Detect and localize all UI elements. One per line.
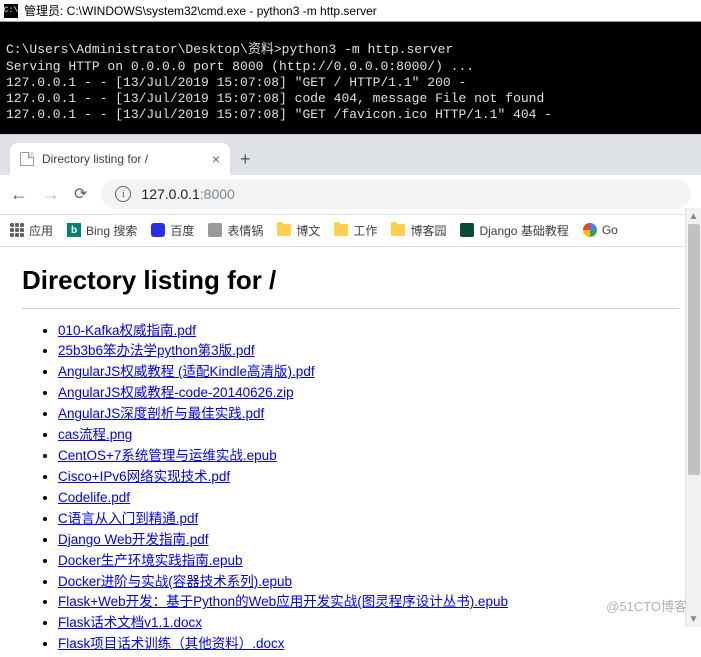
url-host: 127.0.0.1 — [141, 186, 199, 202]
file-link[interactable]: Cisco+IPv6网络实现技术.pdf — [58, 469, 230, 484]
bookmark-gongzuo[interactable]: 工作 — [334, 222, 377, 239]
scroll-thumb[interactable] — [688, 224, 700, 475]
file-link[interactable]: AngularJS深度剖析与最佳实践.pdf — [58, 406, 264, 421]
browser-window: Directory listing for / × + ← → ⟳ i 127.… — [0, 134, 701, 657]
new-tab-button[interactable]: + — [230, 145, 261, 175]
list-item: Flask+Web开发：基于Python的Web应用开发实战(图灵程序设计丛书)… — [58, 592, 679, 613]
scrollbar[interactable]: ▲ ▼ — [685, 208, 701, 627]
list-item: CentOS+7系统管理与运维实战.epub — [58, 446, 679, 467]
bookmark-apps[interactable]: 应用 — [10, 222, 53, 239]
bookmark-baidu[interactable]: 百度 — [151, 222, 194, 239]
bookmark-biaoqing[interactable]: 表情锅 — [208, 222, 263, 239]
tab-active[interactable]: Directory listing for / × — [10, 143, 230, 175]
file-link[interactable]: Django Web开发指南.pdf — [58, 532, 209, 547]
url-port: :8000 — [200, 186, 235, 202]
scroll-down-button[interactable]: ▼ — [686, 611, 701, 627]
list-item: AngularJS权威教程 (适配Kindle高清版).pdf — [58, 362, 679, 383]
file-link[interactable]: CentOS+7系统管理与运维实战.epub — [58, 448, 277, 463]
page-heading: Directory listing for / — [22, 265, 679, 296]
page-content: Directory listing for / 010-Kafka权威指南.pd… — [0, 247, 701, 657]
list-item: Head First Java 中文高清版.pdf — [58, 655, 679, 656]
list-item: Docker进阶与实战(容器技术系列).epub — [58, 572, 679, 593]
list-item: Flask项目话术训练（其他资料）.docx — [58, 634, 679, 655]
google-icon — [583, 223, 597, 237]
file-link[interactable]: cas流程.png — [58, 427, 132, 442]
list-item: 25b3b6笨办法学python第3版.pdf — [58, 341, 679, 362]
bookmark-django[interactable]: Django 基础教程 — [460, 222, 568, 239]
page-icon — [20, 152, 34, 166]
divider — [22, 308, 679, 309]
scroll-up-button[interactable]: ▲ — [686, 208, 701, 224]
file-link[interactable]: C语言从入门到精通.pdf — [58, 511, 198, 526]
folder-icon — [334, 224, 348, 236]
reload-button[interactable]: ⟳ — [74, 184, 87, 204]
cmd-icon: C:\ — [4, 4, 18, 18]
bookmark-bing[interactable]: b Bing 搜索 — [67, 222, 137, 239]
list-item: Docker生产环境实践指南.epub — [58, 551, 679, 572]
django-icon — [460, 223, 474, 237]
file-link[interactable]: Docker生产环境实践指南.epub — [58, 553, 243, 568]
terminal-output[interactable]: C:\Users\Administrator\Desktop\资料>python… — [0, 22, 701, 134]
list-item: Django Web开发指南.pdf — [58, 530, 679, 551]
file-link[interactable]: AngularJS权威教程-code-20140626.zip — [58, 385, 294, 400]
folder-icon — [277, 224, 291, 236]
nav-bar: ← → ⟳ i 127.0.0.1:8000 — [0, 175, 701, 215]
bookmark-bokeyuan[interactable]: 博客园 — [391, 222, 446, 239]
folder-icon — [391, 224, 405, 236]
file-link[interactable]: Docker进阶与实战(容器技术系列).epub — [58, 574, 292, 589]
list-item: cas流程.png — [58, 425, 679, 446]
terminal-title: 管理员: C:\WINDOWS\system32\cmd.exe - pytho… — [24, 2, 377, 19]
file-link[interactable]: Flask+Web开发：基于Python的Web应用开发实战(图灵程序设计丛书)… — [58, 594, 508, 609]
tab-bar: Directory listing for / × + — [0, 135, 701, 175]
file-link[interactable]: 010-Kafka权威指南.pdf — [58, 323, 196, 338]
list-item: C语言从入门到精通.pdf — [58, 509, 679, 530]
list-item: AngularJS权威教程-code-20140626.zip — [58, 383, 679, 404]
tab-title: Directory listing for / — [42, 152, 148, 166]
bookmarks-bar: 应用 b Bing 搜索 百度 表情锅 博文 工作 博客园 Django 基础教 — [0, 215, 701, 247]
file-link[interactable]: Flask项目话术训练（其他资料）.docx — [58, 636, 285, 651]
apps-icon — [10, 223, 24, 237]
list-item: 010-Kafka权威指南.pdf — [58, 321, 679, 342]
bookmark-go[interactable]: Go — [583, 223, 618, 237]
file-link[interactable]: Codelife.pdf — [58, 490, 130, 505]
terminal-window: C:\ 管理员: C:\WINDOWS\system32\cmd.exe - p… — [0, 0, 701, 134]
favicon-icon — [208, 223, 222, 237]
file-link[interactable]: AngularJS权威教程 (适配Kindle高清版).pdf — [58, 364, 315, 379]
baidu-icon — [151, 223, 165, 237]
list-item: Flask话术文档v1.1.docx — [58, 613, 679, 634]
file-link[interactable]: 25b3b6笨办法学python第3版.pdf — [58, 343, 255, 358]
terminal-titlebar[interactable]: C:\ 管理员: C:\WINDOWS\system32\cmd.exe - p… — [0, 0, 701, 22]
bookmark-bowen[interactable]: 博文 — [277, 222, 320, 239]
watermark: @51CTO博客 — [606, 596, 687, 615]
tab-close-button[interactable]: × — [212, 151, 220, 167]
forward-button[interactable]: → — [42, 184, 60, 205]
list-item: Codelife.pdf — [58, 488, 679, 509]
file-link[interactable]: Flask话术文档v1.1.docx — [58, 615, 202, 630]
list-item: Cisco+IPv6网络实现技术.pdf — [58, 467, 679, 488]
bing-icon: b — [67, 223, 81, 237]
list-item: AngularJS深度剖析与最佳实践.pdf — [58, 404, 679, 425]
back-button[interactable]: ← — [10, 184, 28, 205]
address-bar[interactable]: i 127.0.0.1:8000 — [101, 179, 691, 209]
file-list: 010-Kafka权威指南.pdf 25b3b6笨办法学python第3版.pdf… — [22, 321, 679, 657]
site-info-icon[interactable]: i — [115, 186, 131, 202]
